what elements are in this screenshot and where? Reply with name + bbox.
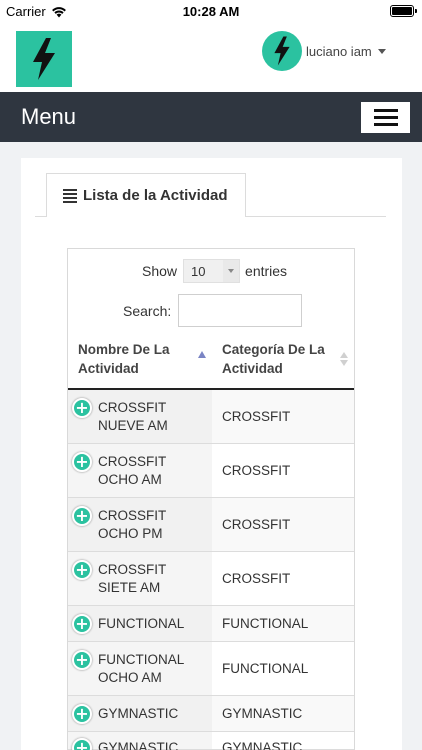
search-input[interactable] — [178, 294, 303, 327]
table-row[interactable]: + GYMNASTIC GYMNASTIC — [68, 696, 354, 732]
tab-label: Lista de la Actividad — [83, 187, 228, 204]
chevron-down-icon — [223, 260, 240, 282]
menu-title: Menu — [21, 104, 77, 129]
table-row[interactable]: + GYMNASTIC GYMNASTIC — [68, 732, 354, 750]
plus-circle-icon[interactable]: + — [72, 560, 92, 580]
activity-name: CROSSFIT NUEVE am — [98, 400, 168, 433]
table-row[interactable]: + CROSSFIT OCHO pm CROSSFIT — [68, 498, 354, 552]
plus-circle-icon[interactable]: + — [72, 704, 92, 724]
activity-category: CROSSFIT — [222, 571, 291, 586]
column-header-name[interactable]: Nombre De La Actividad — [78, 340, 196, 378]
caret-down-icon — [377, 48, 386, 54]
hamburger-icon — [373, 109, 398, 112]
app-logo[interactable] — [16, 31, 72, 87]
entries-label: entries — [245, 263, 288, 279]
entries-select-value: 10 — [191, 263, 206, 279]
activity-category: FUNCTIONAL — [222, 661, 309, 676]
user-menu-toggle[interactable]: luciano iam — [262, 31, 386, 71]
activity-category: CROSSFIT — [222, 517, 291, 532]
activity-name: GYMNASTIC — [98, 706, 179, 721]
activity-category: FUNCTIONAL — [222, 616, 309, 631]
table-row[interactable]: + FUNCTIONAL OCHO am FUNCTIONAL — [68, 642, 354, 696]
table-row[interactable]: + CROSSFIT NUEVE am CROSSFIT — [68, 390, 354, 444]
menu-bar: Menu — [0, 92, 422, 142]
show-label: Show — [142, 263, 178, 279]
status-bar: Carrier 10:28 AM — [0, 0, 422, 22]
table-row[interactable]: + CROSSFIT SIETE am CROSSFIT — [68, 552, 354, 606]
activity-category: CROSSFIT — [222, 463, 291, 478]
activity-name: CROSSFIT SIETE am — [98, 562, 167, 595]
sort-both-icon — [340, 352, 348, 366]
activity-name: GYMNASTIC — [98, 740, 179, 750]
entries-select[interactable]: 10 — [183, 259, 241, 283]
avatar — [262, 31, 302, 71]
activity-name: FUNCTIONAL — [98, 616, 185, 631]
list-icon — [63, 188, 77, 203]
sort-ascending-icon — [198, 351, 206, 358]
lightning-bolt-icon — [274, 36, 290, 66]
top-header: luciano iam — [0, 22, 422, 92]
activity-name: CROSSFIT OCHO pm — [98, 508, 167, 541]
status-time: 10:28 AM — [182, 4, 240, 19]
activity-name: CROSSFIT OCHO am — [98, 454, 167, 487]
activity-category: GYMNASTIC — [222, 706, 303, 721]
activity-name: FUNCTIONAL OCHO am — [98, 652, 184, 685]
column-header-category[interactable]: Categoría De La Actividad — [222, 340, 332, 378]
table-row[interactable]: + CROSSFIT OCHO am CROSSFIT — [68, 444, 354, 498]
entries-length-control: Show 10 entries — [142, 259, 287, 283]
plus-circle-icon[interactable]: + — [72, 398, 92, 418]
tab-activity-list[interactable]: Lista de la Actividad — [46, 173, 246, 217]
plus-circle-icon[interactable]: + — [72, 614, 92, 634]
hamburger-menu-button[interactable] — [361, 102, 410, 133]
table-search: Search: — [123, 294, 303, 327]
activity-category: GYMNASTIC — [222, 740, 303, 750]
plus-circle-icon[interactable]: + — [72, 506, 92, 526]
battery-icon — [390, 5, 417, 17]
plus-circle-icon[interactable]: + — [72, 452, 92, 472]
activity-category: CROSSFIT — [222, 409, 291, 424]
lightning-bolt-icon — [33, 38, 55, 80]
table-row[interactable]: + FUNCTIONAL FUNCTIONAL — [68, 606, 354, 642]
plus-circle-icon[interactable]: + — [72, 650, 92, 670]
user-name: luciano iam — [306, 43, 372, 59]
search-label: Search: — [123, 302, 172, 319]
